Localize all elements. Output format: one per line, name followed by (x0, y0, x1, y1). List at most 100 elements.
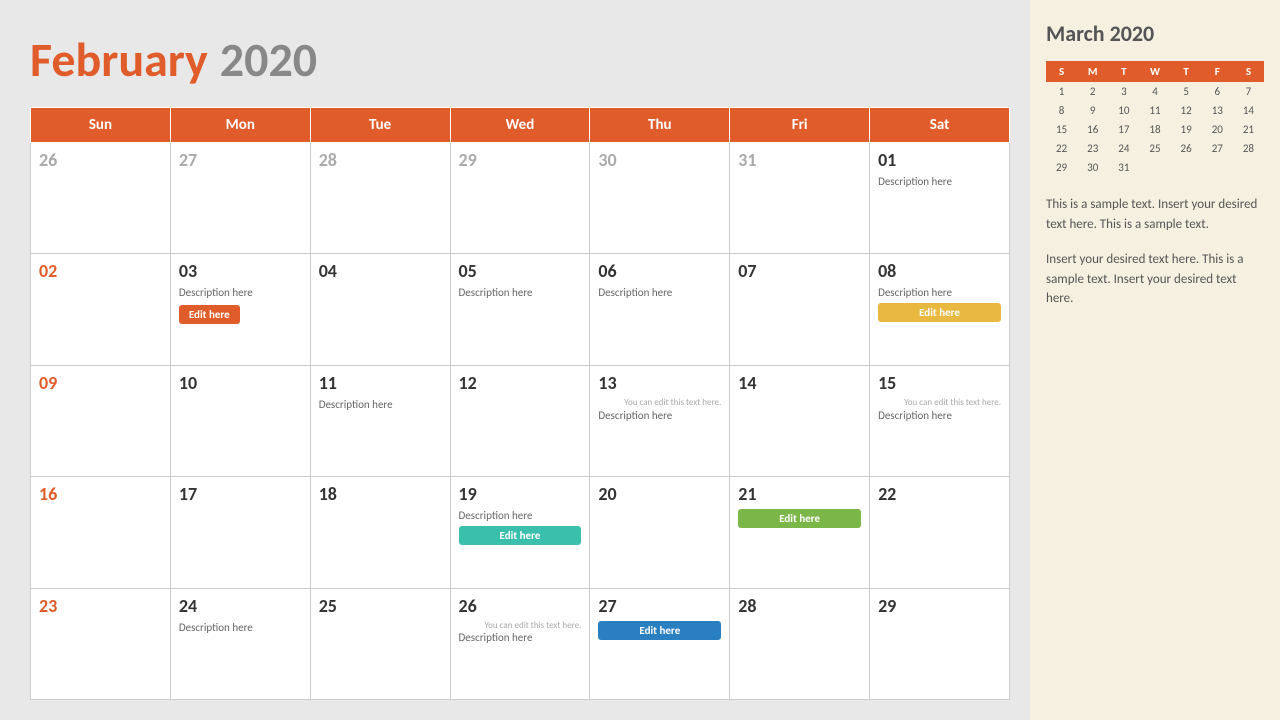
mini-cal-header: F (1202, 61, 1233, 82)
edit-button[interactable]: Edit here (459, 526, 582, 545)
description-text: Description here (459, 286, 582, 299)
calendar-day: 04 (310, 254, 450, 365)
day-number: 02 (39, 260, 162, 282)
calendar-week-1: 0203Description hereEdit here0405Descrip… (31, 254, 1010, 365)
day-number: 29 (459, 149, 582, 171)
weekday-header-thu: Thu (590, 108, 730, 143)
mini-cal-day: 12 (1171, 101, 1202, 120)
calendar-day: 13You can edit this text here.Descriptio… (590, 365, 730, 476)
description-text: Description here (319, 398, 442, 411)
mini-cal-day: 28 (1233, 139, 1264, 158)
calendar-week-0: 26 27 28 29 30 31 01 Description here (31, 143, 1010, 254)
description-text: Description here (459, 509, 582, 522)
sidebar-text2: Insert your desired text here. This is a… (1046, 250, 1264, 309)
mini-cal-day: 4 (1139, 82, 1170, 101)
calendar-day: 18 (310, 477, 450, 588)
mini-cal-header: T (1171, 61, 1202, 82)
day-number: 19 (459, 483, 582, 505)
day-number: 18 (319, 483, 442, 505)
mini-cal-day: 26 (1171, 139, 1202, 158)
mini-cal-header: M (1077, 61, 1108, 82)
calendar-day: 17 (170, 477, 310, 588)
mini-cal-day: 18 (1139, 120, 1170, 139)
mini-cal-day: 9 (1077, 101, 1108, 120)
day-number: 09 (39, 372, 162, 394)
mini-cal-day: 24 (1108, 139, 1139, 158)
calendar-day: 01 Description here (870, 143, 1010, 254)
day-number: 21 (738, 483, 861, 505)
calendar-day: 29 (450, 143, 590, 254)
calendar-day: 26You can edit this text here.Descriptio… (450, 588, 590, 699)
mini-cal-day: 30 (1077, 158, 1108, 177)
calendar-week-3: 16171819Description hereEdit here2021Edi… (31, 477, 1010, 588)
edit-button[interactable]: Edit here (878, 303, 1001, 322)
calendar-body: 26272829303101Description here0203Descri… (31, 143, 1010, 700)
day-number: 30 (598, 149, 721, 171)
mini-cal-day: 2 (1077, 82, 1108, 101)
sidebar: March 2020 SMTWTFS1234567891011121314151… (1030, 0, 1280, 720)
mini-cal-day: 6 (1202, 82, 1233, 101)
calendar-day: 28 (730, 588, 870, 699)
mini-cal-day (1233, 158, 1264, 177)
calendar-day: 06Description here (590, 254, 730, 365)
day-number: 20 (598, 483, 721, 505)
calendar-day: 07 (730, 254, 870, 365)
day-number: 14 (738, 372, 861, 394)
calendar-week-4: 2324Description here2526You can edit thi… (31, 588, 1010, 699)
calendar-day: 21 Edit here (730, 477, 870, 588)
calendar-week-2: 091011Description here1213You can edit t… (31, 365, 1010, 476)
main-area: February 2020 SunMonTueWedThuFriSat 26 27… (0, 0, 1030, 720)
mini-cal-day: 20 (1202, 120, 1233, 139)
calendar-header: SunMonTueWedThuFriSat (31, 108, 1010, 143)
edit-button[interactable]: Edit here (179, 305, 240, 324)
day-number: 04 (319, 260, 442, 282)
description-text: Description here (598, 286, 721, 299)
day-number: 01 (878, 149, 1001, 171)
edit-button[interactable]: Edit here (598, 621, 721, 640)
calendar-day: 22 (870, 477, 1010, 588)
day-number: 08 (878, 260, 1001, 282)
mini-cal-day (1171, 158, 1202, 177)
calendar-day: 29 (870, 588, 1010, 699)
day-number: 05 (459, 260, 582, 282)
mini-cal-day: 13 (1202, 101, 1233, 120)
day-number: 24 (179, 595, 302, 617)
description-text: Description here (179, 621, 302, 634)
title-year: 2020 (220, 30, 317, 89)
mini-cal-day: 17 (1108, 120, 1139, 139)
mini-cal-day: 3 (1108, 82, 1139, 101)
title-month: February (30, 30, 208, 89)
description-text: Description here (878, 175, 1001, 188)
weekday-header-mon: Mon (170, 108, 310, 143)
weekday-header-fri: Fri (730, 108, 870, 143)
day-number: 26 (39, 149, 162, 171)
calendar-day: 05 Description here (450, 254, 590, 365)
mini-cal-day: 23 (1077, 139, 1108, 158)
calendar-day: 19 Description here Edit here (450, 477, 590, 588)
description-text: Description here (878, 409, 1001, 422)
calendar-day: 27Edit here (590, 588, 730, 699)
day-number: 28 (319, 149, 442, 171)
calendar-day: 12 (450, 365, 590, 476)
mini-cal-day: 7 (1233, 82, 1264, 101)
calendar-day: 03Description hereEdit here (170, 254, 310, 365)
day-number: 29 (878, 595, 1001, 617)
day-number: 03 (179, 260, 302, 282)
day-number: 12 (459, 372, 582, 394)
calendar-day: 28 (310, 143, 450, 254)
day-number: 22 (878, 483, 1001, 505)
weekday-header-wed: Wed (450, 108, 590, 143)
sidebar-title: March 2020 (1046, 20, 1264, 47)
day-number: 11 (319, 372, 442, 394)
mini-cal-day: 19 (1171, 120, 1202, 139)
mini-cal-day: 1 (1046, 82, 1077, 101)
day-number: 31 (738, 149, 861, 171)
day-number: 27 (179, 149, 302, 171)
weekday-header-sun: Sun (31, 108, 171, 143)
edit-note: You can edit this text here. (878, 398, 1001, 409)
calendar-day: 02 (31, 254, 171, 365)
mini-cal-day: 27 (1202, 139, 1233, 158)
calendar-day: 09 (31, 365, 171, 476)
mini-cal-day: 21 (1233, 120, 1264, 139)
edit-button[interactable]: Edit here (738, 509, 861, 528)
